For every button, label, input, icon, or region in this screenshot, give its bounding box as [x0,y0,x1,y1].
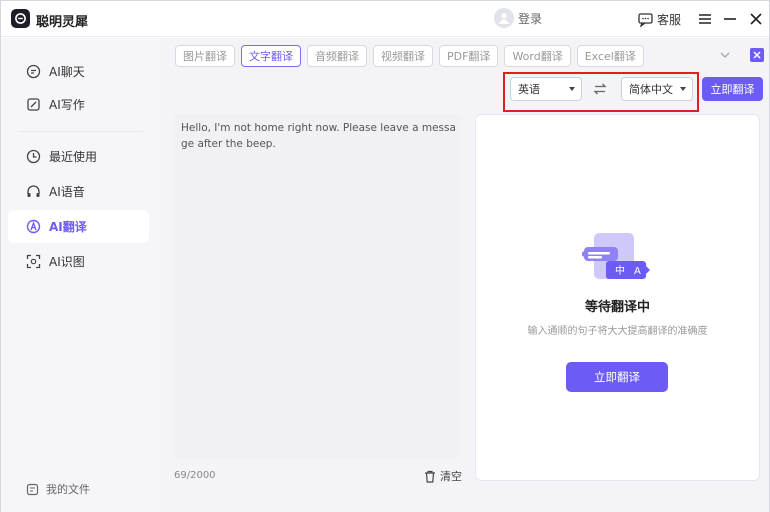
translate-now-button[interactable]: 立即翻译 [702,77,763,101]
message-icon [638,12,653,27]
tab-audio-translate[interactable]: 音频翻译 [307,45,367,67]
sidebar-item-label: AI识图 [49,255,85,269]
waiting-title: 等待翻译中 [584,300,650,315]
menu-icon[interactable] [697,11,713,27]
login-label: 登录 [518,11,543,26]
source-language-value: 英语 [518,83,540,96]
swap-icon[interactable] [593,82,607,96]
char-counter: 69/2000 [174,470,216,481]
sidebar-item-ai-chat[interactable]: AI聊天 [8,55,149,88]
tab-excel-translate[interactable]: Excel翻译 [576,45,644,67]
tab-video-translate[interactable]: 视频翻译 [373,45,433,67]
sidebar-item-label: AI聊天 [49,65,85,79]
service-button[interactable]: 客服 [638,11,681,28]
service-label: 客服 [657,13,682,27]
write-icon [27,98,40,111]
sidebar-item-ai-voice[interactable]: AI语音 [8,175,149,208]
waiting-subtitle: 输入通顺的句子将大大提高翻译的准确度 [527,326,708,337]
sidebar-item-label: 最近使用 [49,150,98,164]
folder-icon [26,483,39,495]
tab-image-translate[interactable]: 图片翻译 [175,45,235,67]
illus-a: A [634,266,641,277]
clear-label: 清空 [440,470,462,483]
avatar-icon [494,8,514,28]
target-language-value: 简体中文 [629,83,673,96]
sidebar-item-label: AI写作 [49,98,85,112]
translate-icon [26,219,41,234]
clock-icon [26,149,41,164]
caret-down-icon [680,87,686,91]
title-bar: 聪明灵犀 登录 客服 [1,1,769,37]
sidebar-item-ai-translate[interactable]: AI翻译 [8,210,149,243]
tab-pdf-translate[interactable]: PDF翻译 [439,45,499,67]
main-panel: 图片翻译 文字翻译 音频翻译 视频翻译 PDF翻译 Word翻译 Excel翻译… [160,38,769,512]
login-button[interactable]: 登录 [494,8,542,28]
my-files-label: 我的文件 [46,483,90,496]
illus-zh: 中 [615,264,625,277]
close-icon[interactable] [748,11,764,27]
minimize-icon[interactable] [722,11,738,27]
sidebar-item-recent[interactable]: 最近使用 [8,140,149,173]
chevron-down-icon[interactable] [719,49,731,61]
caret-down-icon [569,87,575,91]
translate-tabs: 图片翻译 文字翻译 音频翻译 视频翻译 PDF翻译 Word翻译 Excel翻译 [175,45,644,67]
source-text-area[interactable]: Hello, I'm not home right now. Please le… [174,114,460,458]
trash-icon [425,470,435,483]
tab-text-translate[interactable]: 文字翻译 [241,45,301,67]
headphones-icon [27,185,40,197]
sidebar-item-label: AI语音 [49,185,85,199]
target-language-select[interactable]: 简体中文 [621,77,693,101]
divider [19,131,143,132]
sidebar-item-ai-write[interactable]: AI写作 [8,88,149,121]
app-logo-icon [11,9,30,28]
scan-icon [26,254,41,269]
result-panel: 中 A 等待翻译中 输入通顺的句子将大大提高翻译的准确度 立即翻译 [475,114,760,481]
chat-icon [26,64,41,79]
sidebar-item-ai-image[interactable]: AI识图 [8,245,149,278]
my-files-button[interactable]: 我的文件 [26,481,90,497]
app-window: 聪明灵犀 登录 客服 AI聊天 AI写作 最近使用 AI语音 AI翻译 AI识图… [0,0,770,512]
translation-illustration-icon: 中 A [582,233,650,279]
clear-button[interactable]: 清空 [424,468,462,484]
source-language-select[interactable]: 英语 [510,77,582,101]
tab-word-translate[interactable]: Word翻译 [504,45,571,67]
sidebar-item-label: AI翻译 [49,220,87,234]
app-title: 聪明灵犀 [36,15,89,30]
source-text: Hello, I'm not home right now. Please le… [181,122,456,150]
translate-now-main-button[interactable]: 立即翻译 [566,362,668,392]
sidebar: AI聊天 AI写作 最近使用 AI语音 AI翻译 AI识图 我的文件 [1,38,160,512]
close-panel-icon[interactable] [750,48,764,62]
